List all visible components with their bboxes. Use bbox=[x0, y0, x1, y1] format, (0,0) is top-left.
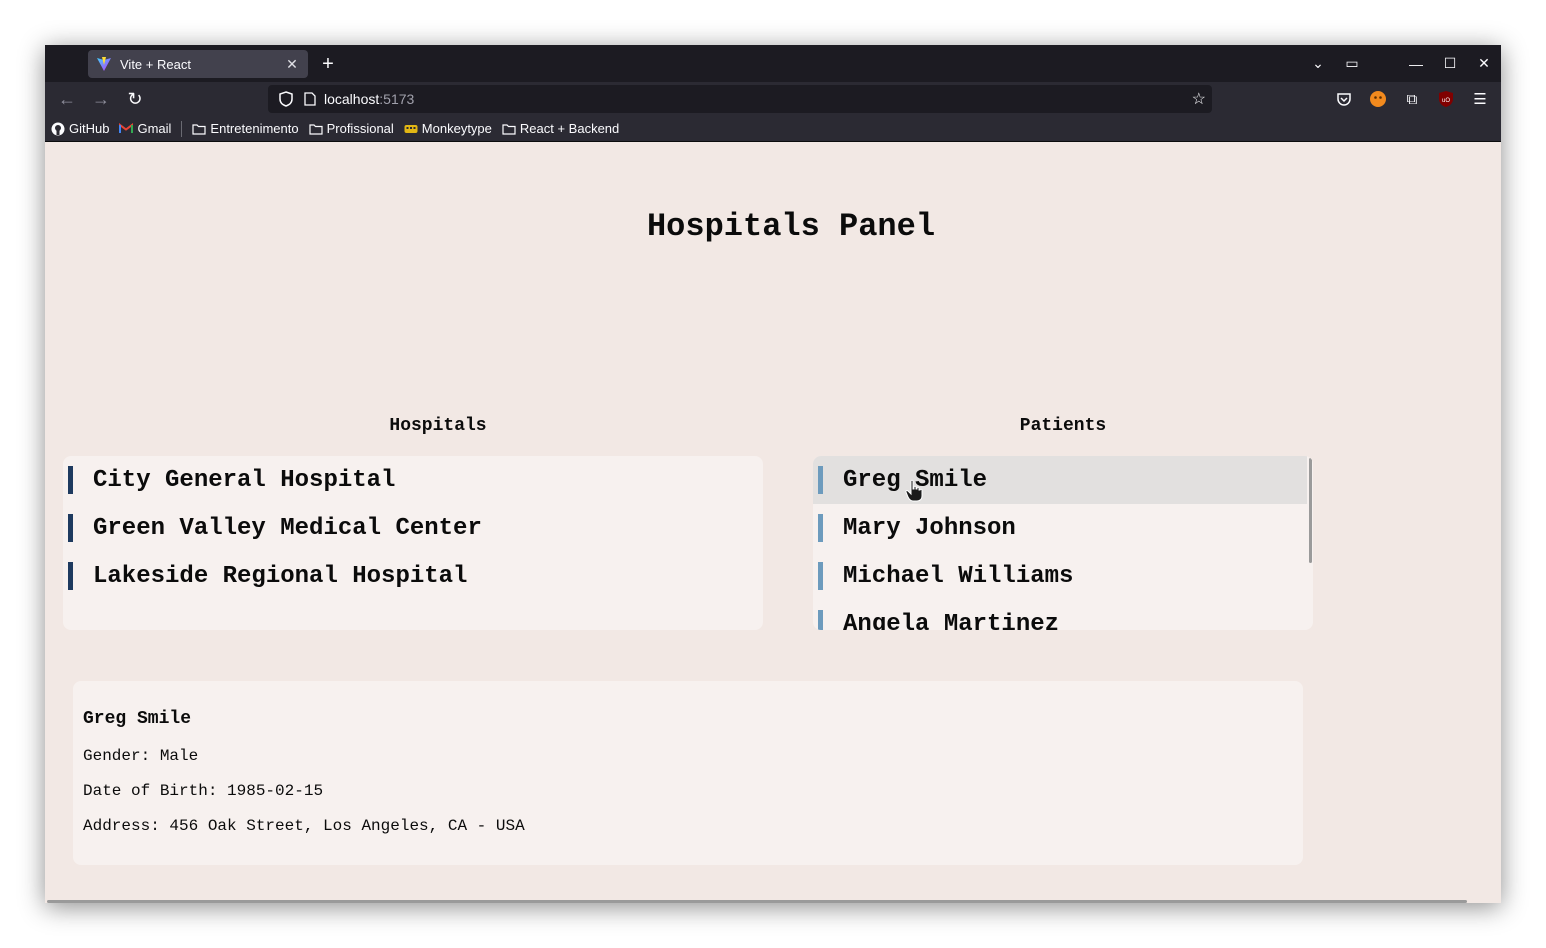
maximize-icon[interactable]: ☐ bbox=[1433, 50, 1467, 78]
patient-dob: Date of Birth: 1985-02-15 bbox=[83, 782, 324, 800]
patient-item[interactable]: Angela Martinez bbox=[813, 600, 1313, 630]
github-icon bbox=[51, 122, 65, 136]
bookmark-monkeytype[interactable]: Monkeytype bbox=[404, 121, 492, 136]
browser-window: Vite + React ✕ + ⌄ ▭ — ☐ ✕ ← → ↻ localho… bbox=[45, 45, 1501, 903]
vite-icon bbox=[96, 56, 112, 72]
list-item-marker bbox=[818, 466, 823, 494]
pocket-icon[interactable] bbox=[1327, 84, 1361, 114]
extensions-puzzle-icon[interactable]: ⧉ bbox=[1395, 84, 1429, 114]
bookmark-label: Gmail bbox=[137, 121, 172, 136]
reload-icon[interactable]: ↻ bbox=[118, 84, 152, 114]
folder-icon bbox=[192, 122, 207, 136]
bookmarks-bar: GitHub Gmail Entretenimento Profissional bbox=[45, 116, 1501, 142]
menu-hamburger-icon[interactable]: ☰ bbox=[1463, 84, 1497, 114]
extension-orange-icon[interactable] bbox=[1361, 84, 1395, 114]
patient-address: Address: 456 Oak Street, Los Angeles, CA… bbox=[83, 817, 525, 835]
patient-detail-name: Greg Smile bbox=[83, 709, 192, 729]
list-item-marker bbox=[818, 562, 823, 590]
hospital-name: Green Valley Medical Center bbox=[93, 514, 482, 542]
bookmark-folder-entretenimento[interactable]: Entretenimento bbox=[192, 121, 299, 136]
patients-list[interactable]: Greg Smile Mary Johnson Michael Williams… bbox=[813, 456, 1313, 630]
hospital-item[interactable]: City General Hospital bbox=[63, 456, 763, 504]
hand-pointer-icon bbox=[905, 479, 923, 503]
navigation-bar: ← → ↻ localhost:5173 ☆ ⧉ uO ☰ bbox=[45, 82, 1501, 116]
page-title: Hospitals Panel bbox=[646, 208, 936, 245]
list-item-marker bbox=[818, 610, 823, 630]
bookmark-label: Entretenimento bbox=[210, 121, 299, 136]
page-icon[interactable] bbox=[300, 89, 320, 109]
list-item-marker bbox=[68, 514, 73, 542]
bookmark-gmail[interactable]: Gmail bbox=[119, 121, 171, 136]
forward-icon[interactable]: → bbox=[84, 84, 118, 114]
list-all-tabs-icon[interactable]: ⌄ bbox=[1301, 50, 1335, 78]
bookmark-label: React + Backend bbox=[519, 121, 620, 136]
svg-text:uO: uO bbox=[1442, 98, 1450, 104]
bookmark-github[interactable]: GitHub bbox=[51, 121, 109, 136]
hospital-item[interactable]: Lakeside Regional Hospital bbox=[63, 552, 763, 600]
bookmark-label: Monkeytype bbox=[421, 121, 492, 136]
list-item-marker bbox=[818, 514, 823, 542]
patient-item-selected[interactable]: Greg Smile bbox=[813, 456, 1307, 504]
shield-icon[interactable] bbox=[276, 89, 296, 109]
url-bar[interactable]: localhost:5173 ☆ bbox=[268, 85, 1212, 113]
new-tab-button[interactable]: + bbox=[317, 53, 339, 75]
list-item-marker bbox=[68, 562, 73, 590]
close-window-icon[interactable]: ✕ bbox=[1467, 50, 1501, 78]
page-content: Hospitals Panel Hospitals Patients City … bbox=[45, 142, 1501, 903]
url-port: :5173 bbox=[379, 91, 415, 107]
hospital-name: Lakeside Regional Hospital bbox=[93, 562, 468, 590]
patient-detail-card: Greg Smile Gender: Male Date of Birth: 1… bbox=[73, 681, 1303, 865]
patient-item[interactable]: Mary Johnson bbox=[813, 504, 1313, 552]
hospital-item[interactable]: Green Valley Medical Center bbox=[63, 504, 763, 552]
firefox-view-icon[interactable]: ▭ bbox=[1335, 50, 1369, 78]
patient-gender: Gender: Male bbox=[83, 747, 199, 765]
patient-name: Angela Martinez bbox=[843, 610, 1060, 631]
bookmark-label: GitHub bbox=[69, 121, 110, 136]
list-item-marker bbox=[68, 466, 73, 494]
tab-vite-react[interactable]: Vite + React ✕ bbox=[88, 50, 308, 78]
bookmarks-separator bbox=[181, 120, 183, 137]
bookmark-folder-profissional[interactable]: Profissional bbox=[308, 121, 394, 136]
gmail-icon bbox=[119, 122, 134, 136]
hospitals-heading: Hospitals bbox=[389, 416, 487, 436]
bookmark-folder-react-backend[interactable]: React + Backend bbox=[502, 121, 619, 136]
patient-item[interactable]: Michael Williams bbox=[813, 552, 1313, 600]
folder-icon bbox=[502, 122, 516, 136]
monkeytype-icon bbox=[404, 122, 418, 136]
hospitals-list: City General Hospital Green Valley Medic… bbox=[63, 456, 763, 630]
url-host: localhost bbox=[324, 91, 380, 107]
minimize-icon[interactable]: — bbox=[1399, 50, 1433, 78]
hospital-name: City General Hospital bbox=[93, 466, 396, 494]
ublock-origin-icon[interactable]: uO bbox=[1429, 84, 1463, 114]
patient-name: Mary Johnson bbox=[843, 514, 1016, 542]
patient-name: Michael Williams bbox=[843, 562, 1074, 590]
tab-title: Vite + React bbox=[120, 56, 191, 72]
close-tab-icon[interactable]: ✕ bbox=[284, 56, 300, 73]
bookmark-label: Profissional bbox=[326, 121, 394, 136]
patients-scrollbar[interactable] bbox=[1309, 458, 1312, 563]
back-icon[interactable]: ← bbox=[50, 84, 84, 114]
tab-strip: Vite + React ✕ + ⌄ ▭ — ☐ ✕ bbox=[45, 45, 1501, 82]
patients-heading: Patients bbox=[1019, 416, 1107, 436]
folder-icon bbox=[308, 122, 323, 136]
bookmark-star-icon[interactable]: ☆ bbox=[1192, 89, 1206, 109]
horizontal-scrollbar[interactable] bbox=[47, 900, 1467, 903]
